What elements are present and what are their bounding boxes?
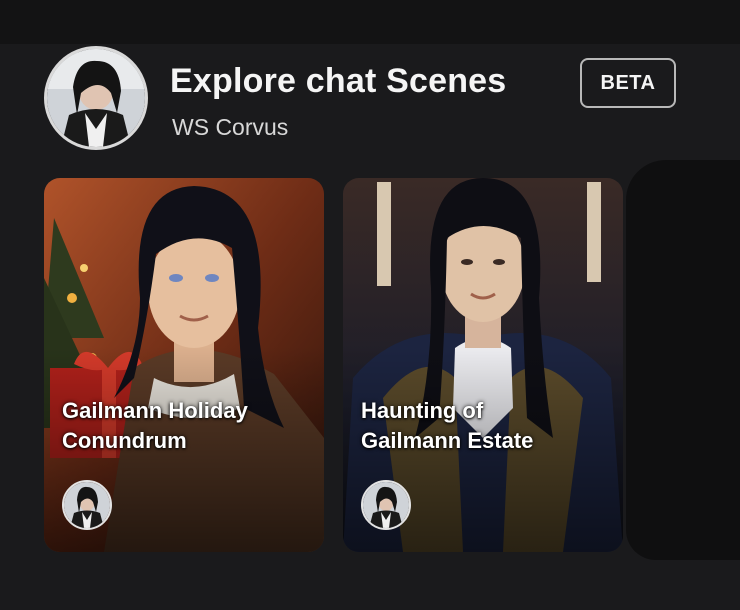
scenes-header: Explore chat Scenes BETA WS Corvus bbox=[44, 46, 704, 158]
creator-name[interactable]: WS Corvus bbox=[172, 114, 288, 141]
scene-card-haunting[interactable]: Haunting of Gailmann Estate bbox=[343, 178, 623, 552]
top-bar bbox=[0, 0, 740, 44]
beta-badge: BETA bbox=[580, 58, 676, 108]
scene-title: Haunting of Gailmann Estate bbox=[361, 398, 534, 453]
creator-avatar[interactable] bbox=[44, 46, 148, 150]
character-avatar-icon bbox=[62, 480, 112, 530]
character-avatar-icon bbox=[361, 480, 411, 530]
scene-card-holiday[interactable]: Gailmann Holiday Conundrum bbox=[44, 178, 324, 552]
offscreen-card-shadow bbox=[626, 160, 740, 560]
creator-avatar-icon bbox=[47, 49, 145, 147]
page-title: Explore chat Scenes bbox=[170, 62, 507, 100]
scene-title: Gailmann Holiday Conundrum bbox=[62, 398, 248, 453]
